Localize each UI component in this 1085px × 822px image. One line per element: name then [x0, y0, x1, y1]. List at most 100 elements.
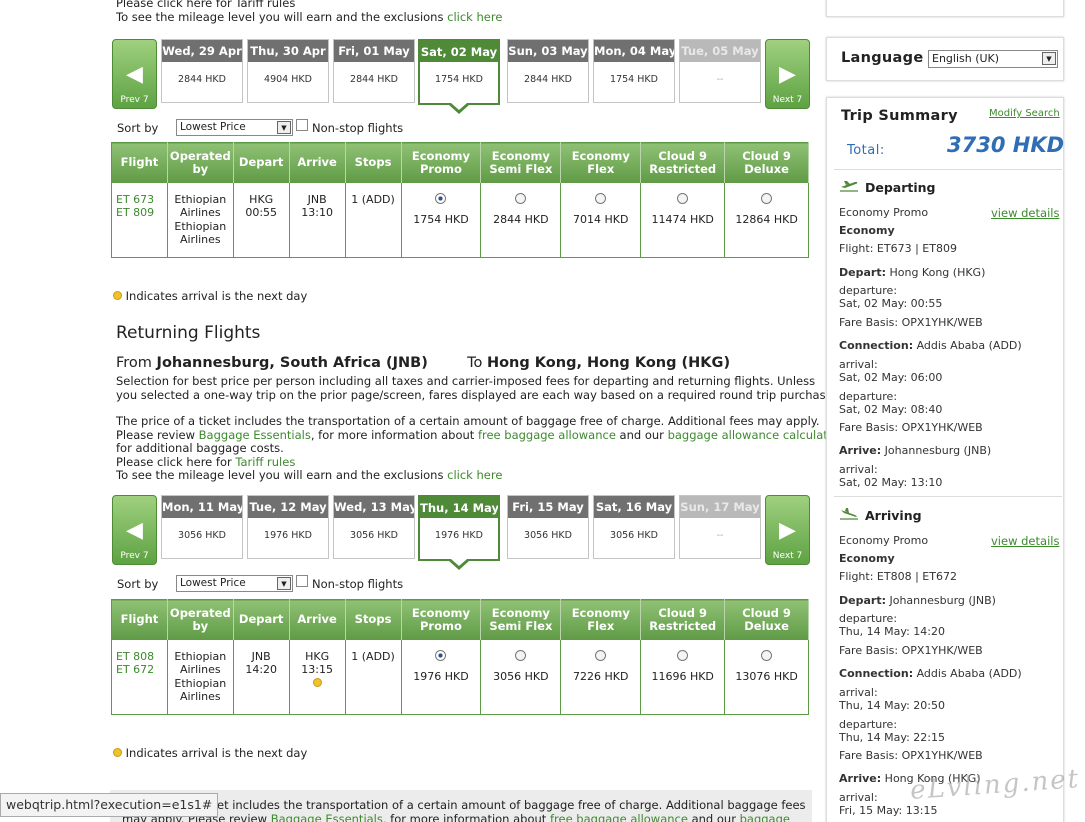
column-header-text: Promo [420, 618, 462, 633]
free-baggage-allowance-link[interactable]: free baggage allowance [550, 812, 688, 822]
column-header-text: Deluxe [744, 161, 789, 176]
date-option[interactable]: Sat, 16 May 3056 HKD [593, 495, 675, 559]
free-baggage-allowance-link[interactable]: free baggage allowance [478, 428, 616, 442]
fare-price: 7014 HKD [573, 212, 629, 226]
returning-flight-table: Flight Operated by Depart Arrive Stops Economy… [111, 599, 809, 715]
column-header: Flight [111, 599, 168, 640]
next-7-button[interactable]: ▶ Next 7 [765, 495, 810, 565]
date-option[interactable]: Mon, 11 May 3056 HKD [161, 495, 243, 559]
next-7-button[interactable]: ▶ Next 7 [765, 39, 810, 109]
baggage-info-text: , for more information about [382, 812, 550, 822]
to-city: Hong Kong, Hong Kong (HKG) [486, 355, 731, 371]
fare-radio[interactable] [595, 192, 607, 204]
operator: Ethiopian [174, 192, 227, 206]
date-option-day: Thu, 30 Apr [248, 40, 328, 62]
fare-option[interactable]: 11474 HKD [640, 182, 726, 258]
stops: 1 (ADD) [351, 649, 395, 663]
column-header-text: Cloud 9 [742, 148, 791, 163]
fare-radio[interactable] [761, 192, 773, 204]
date-option[interactable]: Sun, 03 May 2844 HKD [507, 39, 589, 103]
mileage-click-here-link[interactable]: click here [447, 10, 502, 24]
column-header-text: Depart [238, 612, 284, 627]
flight-number-link[interactable]: ET 673 [116, 193, 154, 206]
fare-option[interactable]: 7014 HKD [560, 182, 642, 258]
baggage-essentials-link[interactable]: Baggage Essentials [271, 812, 383, 822]
baggage-and-text: and our [687, 812, 740, 822]
fare-radio[interactable] [515, 649, 527, 661]
fare-option[interactable]: 7226 HKD [560, 639, 642, 715]
tariff-rules-link[interactable]: Tariff rules [235, 455, 295, 469]
date-option[interactable]: Fri, 01 May 2844 HKD [333, 39, 415, 103]
date-option[interactable]: Wed, 29 Apr 2844 HKD [161, 39, 243, 103]
modify-search-link[interactable]: Modify Search [989, 108, 1060, 119]
flight-number-link[interactable]: ET 672 [116, 663, 154, 676]
table-row: ET 808 ET 672 Ethiopian Airlines Ethiopian Ai… [111, 639, 809, 715]
column-header: Cloud 9 Restricted [640, 142, 726, 183]
fare-basis: Fare Basis: OPX1YHK/WEB [839, 749, 983, 762]
prev-7-button[interactable]: ◀ Prev 7 [112, 495, 157, 565]
arriving-view-details-link[interactable]: view details [991, 534, 1059, 548]
table-header-row: Flight Operated by Depart Arrive Stops Economy… [111, 142, 809, 183]
fare-price: 2844 HKD [493, 212, 549, 226]
fare-option[interactable]: 1976 HKD [401, 639, 482, 715]
date-option-price: 3056 HKD [610, 530, 658, 541]
next-day-note-text: Indicates arrival is the next day [125, 746, 308, 760]
sort-select[interactable]: Lowest Price ▼ [176, 119, 293, 136]
arrive-value: Johannesburg (JNB) [881, 444, 992, 457]
fare-option[interactable]: 2844 HKD [480, 182, 562, 258]
language-select[interactable]: English (UK) ▼ [928, 50, 1058, 68]
baggage-calculator-link[interactable]: baggage allowance calculator [668, 428, 840, 442]
fare-radio[interactable] [677, 649, 689, 661]
date-option-day: Sun, 03 May [508, 40, 588, 62]
flight-number-link[interactable]: ET 808 [116, 650, 154, 663]
date-option[interactable]: Tue, 12 May 1976 HKD [247, 495, 329, 559]
dropdown-arrow-icon: ▼ [277, 121, 291, 134]
column-header-text: Cloud 9 [658, 148, 708, 163]
prev-7-button[interactable]: ◀ Prev 7 [112, 39, 157, 109]
sort-by-label: Sort by [117, 121, 159, 135]
fare-radio[interactable] [595, 649, 607, 661]
column-header-text: Economy [411, 148, 471, 163]
date-option-day: Wed, 29 Apr [162, 40, 242, 62]
baggage-essentials-link[interactable]: Baggage Essentials [199, 428, 311, 442]
fare-option[interactable]: 11696 HKD [640, 639, 726, 715]
fare-radio[interactable] [515, 192, 527, 204]
nonstop-checkbox[interactable] [296, 575, 308, 587]
departure-label: departure: [839, 612, 898, 625]
fare-explanation: Selection for best price per person incl… [116, 374, 836, 402]
date-option[interactable]: Wed, 13 May 3056 HKD [333, 495, 415, 559]
sort-select[interactable]: Lowest Price ▼ [176, 575, 293, 592]
date-option[interactable]: Thu, 30 Apr 4904 HKD [247, 39, 329, 103]
fare-option[interactable]: 12864 HKD [724, 182, 809, 258]
connection-label: Connection: [839, 339, 914, 352]
date-option[interactable]: Mon, 04 May 1754 HKD [593, 39, 675, 103]
date-option-day: Mon, 04 May [594, 40, 674, 62]
fare-option[interactable]: 13076 HKD [724, 639, 809, 715]
fare-radio[interactable] [435, 649, 447, 661]
fare-radio[interactable] [677, 192, 689, 204]
flight-number-link[interactable]: ET 809 [116, 206, 154, 219]
column-header-text: Economy [571, 605, 630, 620]
mileage-text: To see the mileage level you will earn a… [116, 10, 502, 25]
date-option-day: Sun, 17 May [680, 496, 760, 518]
nonstop-checkbox[interactable] [296, 119, 308, 131]
baggage-link[interactable]: baggage [740, 812, 790, 822]
fare-radio[interactable] [435, 192, 447, 204]
arrive-label: Arrive: [839, 772, 882, 785]
column-header: Cloud 9 Restricted [640, 599, 726, 640]
arrive-code: JNB [307, 192, 327, 206]
fare-option[interactable]: 1754 HKD [401, 182, 482, 258]
fare-option[interactable]: 3056 HKD [480, 639, 562, 715]
date-option[interactable]: Sat, 02 May 1754 HKD [418, 39, 500, 105]
date-option-price: 2844 HKD [178, 74, 226, 85]
depart-time: 00:55 [245, 206, 278, 219]
mileage-click-here-link[interactable]: click here [447, 468, 502, 482]
departing-view-details-link[interactable]: view details [991, 206, 1059, 220]
date-option[interactable]: Fri, 15 May 3056 HKD [507, 495, 589, 559]
column-header-text: Semi Flex [489, 161, 553, 176]
column-header-text: Promo [420, 161, 462, 176]
date-option[interactable]: Thu, 14 May 1976 HKD [418, 495, 500, 561]
fare-radio[interactable] [761, 649, 773, 661]
column-header-text: Cloud 9 [742, 605, 791, 620]
fare-price: 3056 HKD [493, 669, 549, 683]
